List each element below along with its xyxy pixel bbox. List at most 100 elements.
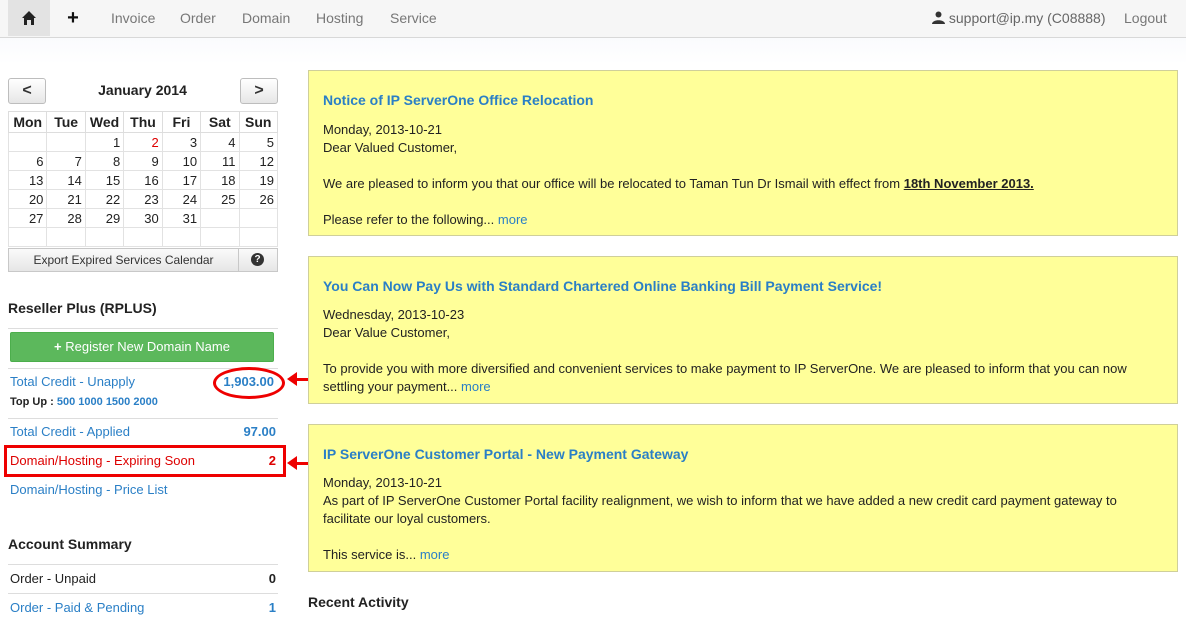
calendar-week-row: 13 14 15 16 17 18 19 <box>7 170 279 190</box>
calendar-day[interactable]: 8 <box>84 151 125 171</box>
calendar-day[interactable]: 6 <box>7 151 48 171</box>
topup-1500[interactable]: 1500 <box>106 396 130 408</box>
user-account-link[interactable]: support@ip.my (C08888) <box>932 0 1106 38</box>
calendar-day[interactable]: 24 <box>161 189 202 209</box>
calendar-day <box>238 227 279 247</box>
calendar-month-title: January 2014 <box>98 82 187 98</box>
price-list-link[interactable]: Domain/Hosting - Price List <box>10 482 168 497</box>
announcement-tail-text: This service is... <box>323 547 417 562</box>
calendar-day[interactable]: 4 <box>200 132 240 152</box>
calendar-day[interactable]: 26 <box>238 189 279 209</box>
register-domain-button[interactable]: + Register New Domain Name <box>10 332 274 362</box>
user-icon <box>932 11 945 24</box>
calendar-day[interactable]: 22 <box>84 189 125 209</box>
calendar-day[interactable]: 5 <box>238 132 279 152</box>
more-link[interactable]: more <box>461 379 491 394</box>
calendar-day[interactable]: 9 <box>123 151 163 171</box>
calendar-day[interactable]: 20 <box>7 189 48 209</box>
calendar-day[interactable]: 1 <box>84 132 125 152</box>
credit-applied-value[interactable]: 97.00 <box>243 424 276 439</box>
nav-service[interactable]: Service <box>390 0 437 38</box>
sub-header <box>0 38 1186 64</box>
calendar-day <box>200 227 240 247</box>
announcement-text: To provide you with more diversified and… <box>323 361 1127 394</box>
chevron-left-icon: < <box>22 82 32 99</box>
calendar-day[interactable]: 2 <box>123 132 163 152</box>
topup-label: Top Up : <box>10 396 54 408</box>
topup-1000[interactable]: 1000 <box>78 396 102 408</box>
highlight-ellipse <box>213 367 285 399</box>
announcement-text: We are pleased to inform you that our of… <box>323 176 901 191</box>
order-paid-link[interactable]: Order - Paid & Pending <box>10 600 144 615</box>
calendar-weekday: Mon <box>7 111 48 133</box>
calendar-weekday: Thu <box>123 111 163 133</box>
announcement-card: Notice of IP ServerOne Office Relocation… <box>308 70 1178 236</box>
calendar-weekday: Sun <box>238 111 279 133</box>
calendar-prev-button[interactable]: < <box>8 78 46 104</box>
help-icon[interactable]: ? <box>251 253 264 266</box>
calendar-day <box>84 227 125 247</box>
calendar-next-button[interactable]: > <box>240 78 278 104</box>
order-unpaid-value: 0 <box>268 571 276 586</box>
logout-link[interactable]: Logout <box>1124 0 1167 38</box>
calendar-day[interactable]: 27 <box>7 208 48 228</box>
calendar-day[interactable]: 17 <box>161 170 202 190</box>
order-unpaid-label: Order - Unpaid <box>10 571 96 586</box>
nav-invoice[interactable]: Invoice <box>111 0 155 38</box>
export-expired-calendar-button[interactable]: Export Expired Services Calendar <box>9 249 239 271</box>
credit-applied-link[interactable]: Total Credit - Applied <box>10 424 130 439</box>
calendar-day <box>46 227 86 247</box>
announcement-text: As part of IP ServerOne Customer Portal … <box>323 493 1117 526</box>
calendar-day[interactable]: 15 <box>84 170 125 190</box>
credit-unapply-link[interactable]: Total Credit - Unapply <box>10 374 135 389</box>
topup-2000[interactable]: 2000 <box>133 396 157 408</box>
reseller-title: Reseller Plus (RPLUS) <box>8 300 157 316</box>
announcement-card: IP ServerOne Customer Portal - New Payme… <box>308 424 1178 572</box>
nav-domain[interactable]: Domain <box>242 0 290 38</box>
more-link[interactable]: more <box>420 547 450 562</box>
announcement-tail: Please refer to the following... more <box>323 211 1141 229</box>
plus-icon: + <box>54 339 62 354</box>
calendar-grid: Mon Tue Wed Thu Fri Sat Sun 1 2 3 4 5 6 7 8 9 10 11 12 13 1… <box>7 111 279 247</box>
topup-500[interactable]: 500 <box>57 396 75 408</box>
calendar-week-row <box>7 227 279 247</box>
divider <box>8 564 278 565</box>
calendar-day[interactable]: 23 <box>123 189 163 209</box>
calendar-day[interactable]: 18 <box>200 170 240 190</box>
calendar-day[interactable]: 13 <box>7 170 48 190</box>
calendar-day[interactable]: 11 <box>200 151 240 171</box>
add-button[interactable]: + <box>62 0 84 38</box>
divider <box>8 418 278 419</box>
calendar-day[interactable]: 21 <box>46 189 86 209</box>
calendar-day[interactable]: 29 <box>84 208 125 228</box>
announcement-title[interactable]: IP ServerOne Customer Portal - New Payme… <box>323 446 688 462</box>
announcement-date-highlight: 18th November 2013. <box>903 176 1034 191</box>
announcement-body: We are pleased to inform you that our of… <box>323 175 1141 193</box>
calendar-day[interactable]: 3 <box>161 132 202 152</box>
nav-hosting[interactable]: Hosting <box>316 0 363 38</box>
calendar-day <box>46 132 86 152</box>
announcement-title[interactable]: Notice of IP ServerOne Office Relocation <box>323 92 593 108</box>
calendar-day[interactable]: 28 <box>46 208 86 228</box>
calendar-weekday: Tue <box>46 111 86 133</box>
calendar-day[interactable]: 16 <box>123 170 163 190</box>
calendar-day[interactable]: 19 <box>238 170 279 190</box>
calendar-day[interactable]: 14 <box>46 170 86 190</box>
calendar-day[interactable]: 30 <box>123 208 163 228</box>
calendar-day[interactable]: 31 <box>161 208 202 228</box>
home-button[interactable] <box>8 0 50 36</box>
calendar-day[interactable]: 25 <box>200 189 240 209</box>
announcement-tail: This service is... more <box>323 546 1141 564</box>
announcement-title[interactable]: You Can Now Pay Us with Standard Charter… <box>323 278 882 294</box>
order-paid-value[interactable]: 1 <box>269 600 276 615</box>
calendar-day[interactable]: 10 <box>161 151 202 171</box>
nav-order[interactable]: Order <box>180 0 216 38</box>
calendar-day[interactable]: 12 <box>238 151 279 171</box>
topup-row: Top Up : 500 1000 1500 2000 <box>10 396 158 408</box>
recent-activity-title: Recent Activity <box>308 594 409 610</box>
announcement-card: You Can Now Pay Us with Standard Charter… <box>308 256 1178 404</box>
more-link[interactable]: more <box>498 212 528 227</box>
calendar-day[interactable]: 7 <box>46 151 86 171</box>
calendar-day <box>123 227 163 247</box>
calendar-week-row: 6 7 8 9 10 11 12 <box>7 151 279 171</box>
